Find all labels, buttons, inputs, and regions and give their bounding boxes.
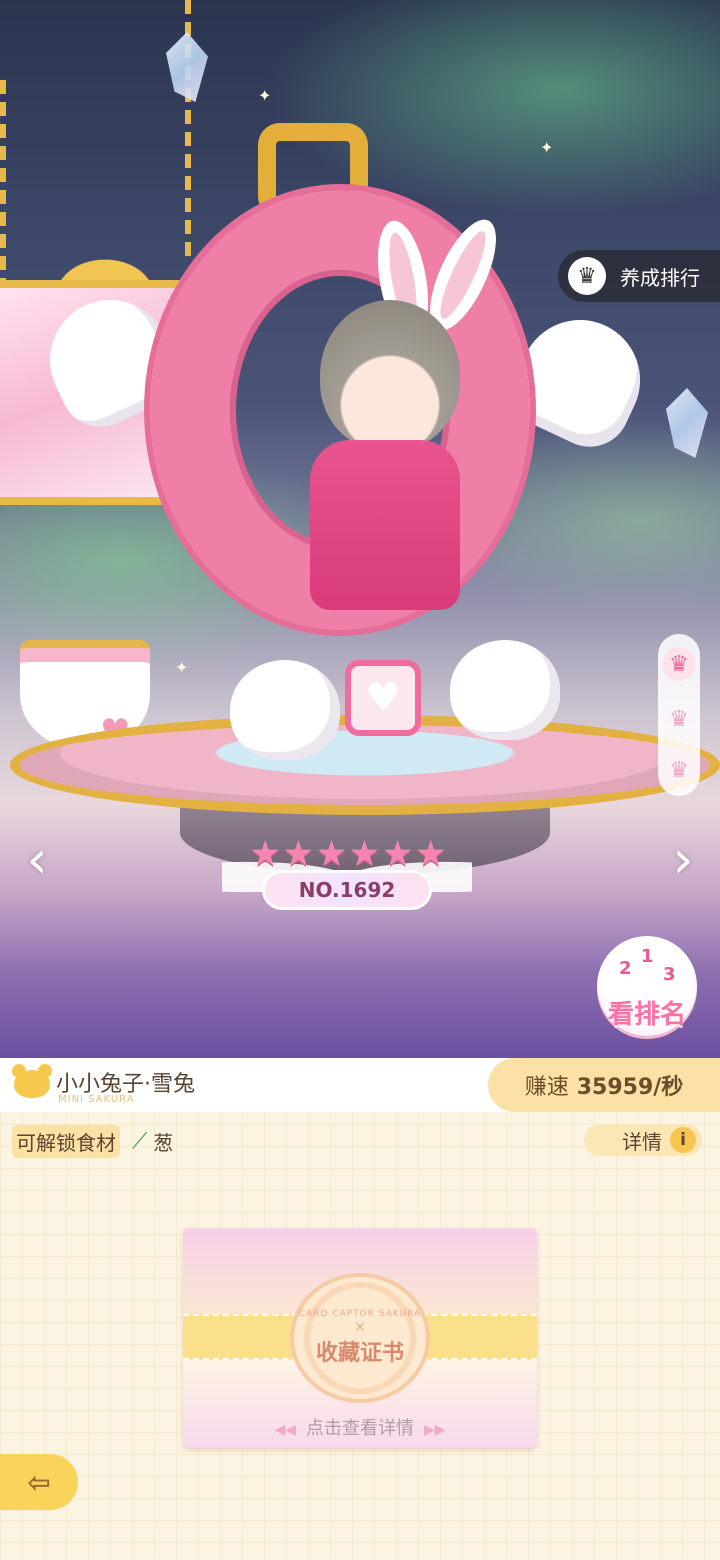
certificate-seal: CARD CAPTOR SAKURA × 收藏证书: [290, 1273, 430, 1403]
sparkle-icon: ✦: [540, 138, 554, 157]
detail-label: 详情: [622, 1129, 662, 1154]
certificate-hint: ◀◀ 点击查看详情 ▶▶: [183, 1414, 537, 1440]
star-icon: ★: [349, 834, 380, 874]
leek-icon: ⟋: [132, 1128, 148, 1154]
earn-speed: 赚速 35959/秒: [488, 1058, 720, 1112]
see-ranking-label: 看排名: [607, 1000, 686, 1030]
crown-level-bar[interactable]: ♛ ♛ ♛: [658, 634, 700, 796]
star-icon: ★: [316, 834, 347, 874]
seal-cross: ×: [354, 1319, 366, 1335]
back-arrow-icon: ⇦: [27, 1465, 51, 1499]
trophy-icon: ♛: [568, 257, 606, 295]
character-body: [310, 440, 460, 610]
crown-icon[interactable]: ♛: [662, 647, 696, 681]
podium-second: 2: [619, 958, 632, 979]
ranking-label: 养成排行: [620, 265, 700, 290]
podium-first: 1: [641, 946, 654, 967]
prev-arrow-icon[interactable]: ‹: [16, 832, 58, 888]
bear-icon: [12, 1064, 52, 1098]
star-icon: ★: [250, 834, 281, 874]
podium-third: 3: [663, 964, 676, 985]
ingredient-name: 葱: [153, 1130, 174, 1155]
crown-icon[interactable]: ♛: [669, 758, 689, 783]
next-arrow-icon[interactable]: ›: [662, 832, 704, 888]
bunny-figure: [450, 640, 560, 740]
crystal: [166, 32, 208, 102]
star-icon: ★: [382, 834, 413, 874]
chain: [0, 80, 6, 280]
ranking-button[interactable]: ♛ 养成排行: [558, 250, 720, 302]
right-triangle-icon: ▶▶: [424, 1422, 446, 1438]
bunny-figure: [230, 660, 340, 760]
seal-caption: CARD CAPTOR SAKURA: [298, 1309, 422, 1319]
info-panel: 小小兔子·雪兔 MINI SAKURA 赚速 35959/秒 可解锁食材 ⟋ 葱…: [0, 1058, 720, 1560]
detail-button[interactable]: 详情 i: [584, 1124, 702, 1156]
character-subtitle: MINI SAKURA: [58, 1094, 135, 1105]
title-row: 小小兔子·雪兔 MINI SAKURA 赚速 35959/秒: [0, 1058, 720, 1112]
podium-icon: 2 1 3: [615, 946, 679, 986]
heart-plate: ♥: [345, 660, 421, 736]
crystal: [666, 388, 708, 458]
star-icon: ★: [283, 834, 314, 874]
showcase-scene: ✦ ✦ ✦ ✦ ♥ ♥ ♛ 养成排行 ♛ ♛ ♛ ‹ › ★ ★ ★ ★ ★ ★: [0, 0, 720, 1058]
info-icon: i: [670, 1127, 696, 1153]
certificate-title: 收藏证书: [315, 1341, 404, 1366]
back-button[interactable]: ⇦: [0, 1454, 78, 1510]
certificate-hint-text: 点击查看详情: [306, 1418, 414, 1439]
earn-speed-value: 35959/秒: [576, 1075, 684, 1100]
unlockable-ingredient: 可解锁食材 ⟋ 葱: [12, 1124, 174, 1158]
rating-stars: ★ ★ ★ ★ ★ ★: [250, 835, 446, 873]
left-triangle-icon: ◀◀: [274, 1422, 296, 1438]
star-icon: ★: [415, 834, 446, 874]
character-head: [320, 300, 460, 450]
collection-certificate[interactable]: CARD CAPTOR SAKURA × 收藏证书 ◀◀ 点击查看详情 ▶▶: [183, 1228, 537, 1448]
crown-icon[interactable]: ♛: [669, 707, 689, 732]
unlock-tag: 可解锁食材: [12, 1124, 120, 1158]
see-ranking-button[interactable]: 2 1 3 看排名: [597, 936, 697, 1036]
earn-speed-label: 赚速: [524, 1075, 569, 1100]
sparkle-icon: ✦: [258, 86, 272, 105]
sparkle-icon: ✦: [175, 658, 189, 677]
collection-number: NO.1692: [262, 870, 432, 910]
